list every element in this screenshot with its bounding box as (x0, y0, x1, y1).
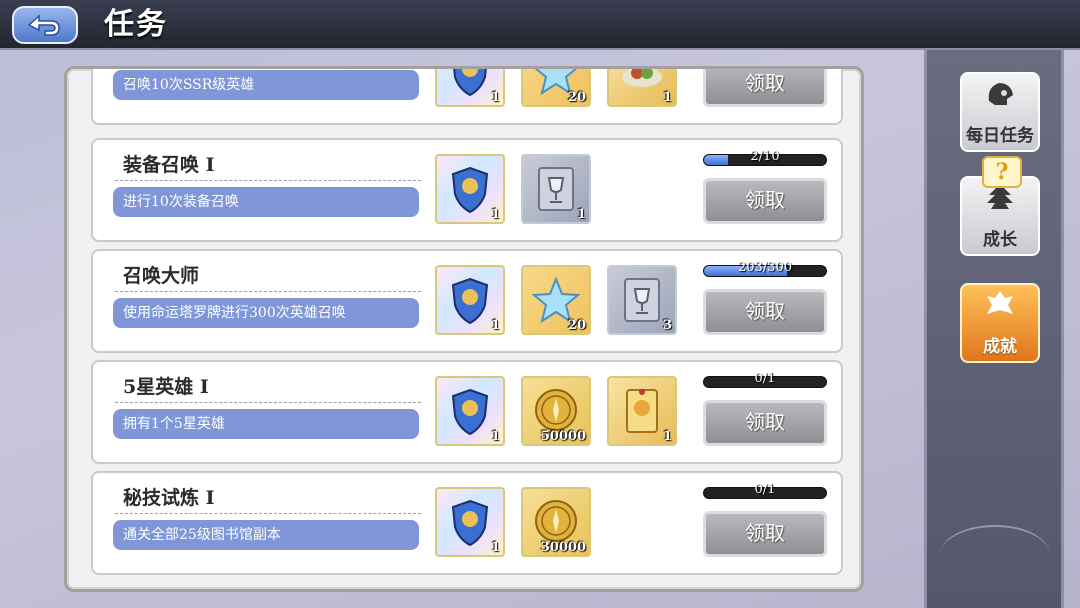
quest-row: 召唤10次SSR级英雄 1 20 1 领取 (91, 69, 843, 125)
quest-description: 进行10次装备召唤 (113, 187, 419, 217)
quest-title: 召唤大师 (123, 265, 200, 287)
reward-item[interactable]: 1 (521, 154, 591, 224)
reward-count: 3 (662, 318, 672, 333)
helmet-icon (983, 77, 1017, 117)
tab-achievements[interactable]: 成就 (960, 283, 1040, 363)
quest-progress-text: 2/10 (750, 149, 780, 164)
reward-item[interactable]: 1 (435, 487, 505, 557)
quest-divider (115, 291, 421, 292)
reward-item[interactable]: 1 (607, 376, 677, 446)
reward-count: 1 (662, 429, 672, 444)
reward-item[interactable]: 30000 (521, 487, 591, 557)
quest-description: 使用命运塔罗牌进行300次英雄召唤 (113, 298, 419, 328)
tab-growth-label: 成长 (983, 230, 1017, 250)
reward-count: 1 (490, 207, 500, 222)
quest-row: 装备召唤 Ⅰ 进行10次装备召唤 1 1 2/10 领取 (91, 138, 843, 242)
quest-description: 拥有1个5星英雄 (113, 409, 419, 439)
reward-count: 1 (490, 429, 500, 444)
quest-row: 5星英雄 Ⅰ 拥有1个5星英雄 1 50000 1 0/1 领取 (91, 360, 843, 464)
reward-item[interactable]: 1 (435, 376, 505, 446)
claim-button[interactable]: 领取 (703, 69, 827, 107)
quest-progress-text: 203/300 (737, 260, 792, 275)
food-icon (622, 69, 662, 87)
back-arrow-icon (27, 14, 60, 36)
new-badge: ? (982, 156, 1022, 188)
reward-count: 1 (576, 207, 586, 222)
claim-button[interactable]: 领取 (703, 178, 827, 224)
claim-button[interactable]: 领取 (703, 511, 827, 557)
reward-item[interactable]: 3 (607, 265, 677, 335)
reward-item[interactable]: 1 (607, 69, 677, 107)
quest-divider (115, 180, 421, 181)
quest-title: 5星英雄 Ⅰ (123, 376, 209, 398)
crest-icon (983, 288, 1017, 328)
reward-item[interactable]: 1 (435, 265, 505, 335)
quest-row: 召唤大师 使用命运塔罗牌进行300次英雄召唤 1 20 3 203/300 领取 (91, 249, 843, 353)
reward-count: 20 (567, 90, 586, 105)
reward-count: 1 (662, 90, 672, 105)
card-icon (626, 389, 658, 433)
quest-title: 装备召唤 Ⅰ (123, 154, 215, 176)
claim-button[interactable]: 领取 (703, 400, 827, 446)
reward-count: 1 (490, 90, 500, 105)
reward-item[interactable]: 1 (435, 69, 505, 107)
top-bar: 任务 (0, 0, 1080, 50)
reward-item[interactable]: 1 (435, 154, 505, 224)
quest-divider (115, 513, 421, 514)
quest-list-panel[interactable]: 召唤10次SSR级英雄 1 20 1 领取 装备召唤 Ⅰ 进行10次装备召唤 1… (64, 66, 864, 592)
tab-achievements-label: 成就 (983, 337, 1017, 357)
back-button[interactable] (12, 6, 78, 44)
tab-daily-label: 每日任务 (966, 126, 1034, 146)
reward-count: 50000 (540, 429, 586, 444)
reward-count: 1 (490, 318, 500, 333)
claim-button[interactable]: 领取 (703, 289, 827, 335)
quest-description: 召唤10次SSR级英雄 (113, 70, 419, 100)
reward-count: 20 (567, 318, 586, 333)
cup-icon (624, 278, 660, 322)
reward-item[interactable]: 20 (521, 265, 591, 335)
reward-item[interactable]: 20 (521, 69, 591, 107)
rail-ornament (940, 525, 1050, 585)
shield-icon (453, 69, 487, 97)
shield-icon (451, 277, 489, 325)
page-title: 任务 (104, 7, 168, 42)
reward-count: 30000 (540, 540, 586, 555)
quest-row: 秘技试炼 Ⅰ 通关全部25级图书馆副本 1 30000 0/1 领取 (91, 471, 843, 575)
quest-progress-text: 0/1 (754, 482, 776, 497)
shield-icon (451, 388, 489, 436)
tab-daily-quests[interactable]: 每日任务 (960, 72, 1040, 152)
reward-count: 1 (490, 540, 500, 555)
reward-item[interactable]: 50000 (521, 376, 591, 446)
shield-icon (451, 166, 489, 214)
quest-description: 通关全部25级图书馆副本 (113, 520, 419, 550)
quest-divider (115, 402, 421, 403)
tab-growth[interactable]: 成长 (960, 176, 1040, 256)
shield-icon (451, 499, 489, 547)
cup-icon (538, 167, 574, 211)
quest-progress-text: 0/1 (754, 371, 776, 386)
quest-title: 秘技试炼 Ⅰ (123, 487, 215, 509)
